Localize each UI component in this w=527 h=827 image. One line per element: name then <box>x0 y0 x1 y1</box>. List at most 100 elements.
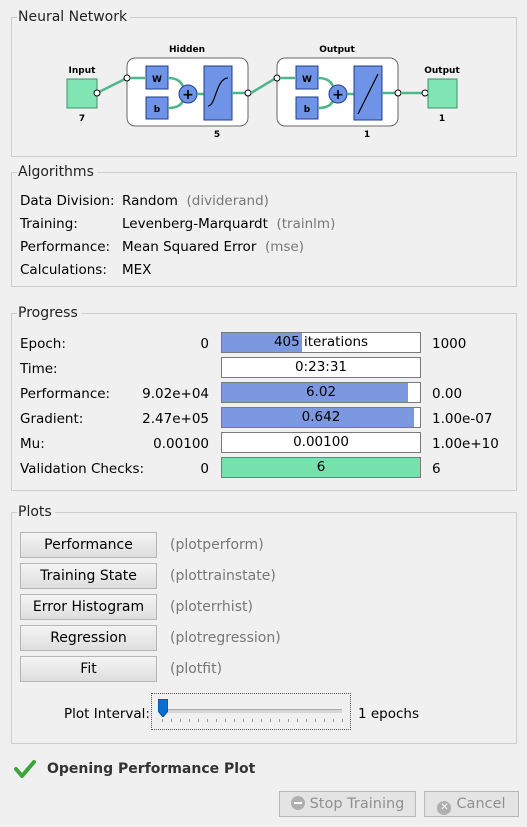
slider-tick <box>243 719 244 722</box>
plot-interval-slider[interactable] <box>151 693 351 730</box>
time-progress-bar: 0:23:31 <box>221 357 421 378</box>
gradient-end: 1.00e-07 <box>432 411 493 427</box>
epoch-end: 1000 <box>432 336 467 352</box>
neural-network-panel: Neural Network Input 7 Hidden W b + 5 Ou… <box>11 9 517 157</box>
gradient-start: 2.47e+05 <box>142 411 209 427</box>
validation-bar-text: 6 <box>316 459 326 475</box>
progress-title: Progress <box>17 305 81 321</box>
slider-tick <box>234 719 235 722</box>
gradient-label: Gradient: <box>20 411 84 427</box>
epoch-label: Epoch: <box>20 336 66 352</box>
alg-fn-text: (mse) <box>264 239 304 255</box>
hidden-plus-icon: + <box>182 87 194 103</box>
slider-tick <box>180 719 181 722</box>
alg-value-text: Levenberg-Marquardt <box>122 216 268 232</box>
output-layer-label: Output <box>319 45 355 55</box>
alg-label-performance: Performance: <box>20 239 111 255</box>
plot-performance-button[interactable]: Performance <box>20 532 157 558</box>
cancel-button[interactable]: ✕ Cancel <box>424 791 519 817</box>
slider-ticks <box>162 719 343 723</box>
plot-fit-button[interactable]: Fit <box>20 656 157 682</box>
plot-performance-fn: (plotperform) <box>170 537 264 553</box>
hidden-b-label: b <box>154 105 161 115</box>
stop-training-button[interactable]: Stop Training <box>279 791 416 817</box>
slider-tick <box>171 719 172 722</box>
slider-tick <box>207 719 208 722</box>
input-size: 7 <box>79 114 85 124</box>
performance-label: Performance: <box>20 386 111 402</box>
alg-value-text: Random <box>122 193 178 209</box>
alg-fn-text: (dividerand) <box>186 193 269 209</box>
network-diagram: Input 7 Hidden W b + 5 Output W b + 1 Ou… <box>66 45 460 140</box>
validation-progress-bar: 6 <box>221 457 421 478</box>
slider-tick <box>261 719 262 722</box>
alg-fn-text: (trainlm) <box>276 216 336 232</box>
epoch-start: 0 <box>200 336 209 352</box>
plot-training-state-fn: (plottrainstate) <box>170 568 276 584</box>
alg-value-training: Levenberg-Marquardt (trainlm) <box>122 216 335 232</box>
slider-tick <box>279 719 280 722</box>
plots-panel: Plots Performance (plotperform) Training… <box>11 504 517 744</box>
checkmark-icon <box>14 760 36 778</box>
validation-start: 0 <box>200 461 209 477</box>
time-bar-text: 0:23:31 <box>294 359 348 375</box>
plot-training-state-button[interactable]: Training State <box>20 563 157 589</box>
performance-bar-text: 6.02 <box>305 384 337 400</box>
slider-tick <box>306 719 307 722</box>
algorithms-panel: Algorithms Data Division: Random (divide… <box>11 164 517 287</box>
plots-title: Plots <box>17 504 55 520</box>
slider-tick <box>252 719 253 722</box>
hidden-layer-label: Hidden <box>169 45 205 55</box>
algorithms-title: Algorithms <box>17 164 97 180</box>
mu-label: Mu: <box>20 436 45 452</box>
output-block <box>427 78 458 109</box>
alg-label-division: Data Division: <box>20 193 115 209</box>
slider-thumb[interactable] <box>157 698 169 718</box>
input-label: Input <box>69 66 97 76</box>
progress-panel: Progress Epoch: 0 405 iterations 1000 Ti… <box>11 305 517 491</box>
output-size: 1 <box>439 114 445 124</box>
output-w-label: W <box>302 75 312 85</box>
status-text: Opening Performance Plot <box>47 761 256 777</box>
cancel-icon: ✕ <box>437 801 452 815</box>
plot-interval-label: Plot Interval: <box>64 706 150 722</box>
slider-tick <box>189 719 190 722</box>
validation-label: Validation Checks: <box>20 461 145 477</box>
alg-value-calculations: MEX <box>122 262 151 278</box>
plot-interval-value: 1 epochs <box>358 706 420 722</box>
alg-label-training: Training: <box>20 216 78 232</box>
slider-tick <box>162 719 163 722</box>
performance-start: 9.02e+04 <box>142 386 209 402</box>
alg-value-division: Random (dividerand) <box>122 193 269 209</box>
mu-end: 1.00e+10 <box>432 436 499 452</box>
slider-tick <box>333 719 334 722</box>
mu-progress-bar: 0.00100 <box>221 432 421 453</box>
mu-bar-text: 0.00100 <box>293 434 349 450</box>
slider-tick <box>315 719 316 722</box>
output-b-label: b <box>304 105 311 115</box>
slider-tick <box>270 719 271 722</box>
performance-end: 0.00 <box>432 386 463 402</box>
plot-error-histogram-button[interactable]: Error Histogram <box>20 594 157 620</box>
epoch-progress-bar: 405 iterations <box>221 332 421 353</box>
hidden-layer-size: 5 <box>214 130 220 140</box>
gradient-bar-text: 0.642 <box>301 409 341 425</box>
validation-end: 6 <box>432 461 441 477</box>
plot-fit-fn: (plotfit) <box>170 661 223 677</box>
alg-value-performance: Mean Squared Error (mse) <box>122 239 304 255</box>
plot-regression-button[interactable]: Regression <box>20 625 157 651</box>
alg-value-text: MEX <box>122 262 152 278</box>
epoch-bar-text: 405 iterations <box>273 334 369 350</box>
output-layer-size: 1 <box>364 130 370 140</box>
cancel-label: Cancel <box>456 796 506 812</box>
slider-tick <box>198 719 199 722</box>
alg-value-text: Mean Squared Error <box>122 239 257 255</box>
gradient-progress-bar: 0.642 <box>221 407 421 428</box>
input-block <box>66 78 98 109</box>
plot-error-histogram-fn: (ploterrhist) <box>170 599 253 615</box>
hidden-w-label: W <box>152 75 162 85</box>
slider-tick <box>225 719 226 722</box>
stop-icon <box>290 796 305 810</box>
mu-start: 0.00100 <box>153 436 209 452</box>
time-label: Time: <box>20 361 58 377</box>
